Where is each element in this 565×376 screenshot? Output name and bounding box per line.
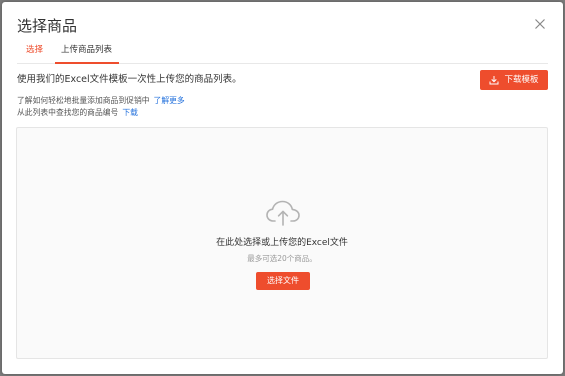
- download-icon: [489, 75, 499, 85]
- file-dropzone[interactable]: 在此处选择或上传您的Excel文件 最多可选20个商品。 选择文件: [16, 127, 548, 359]
- upload-intro-text: 使用我们的Excel文件模板一次性上传您的商品列表。: [17, 74, 242, 85]
- cloud-upload-icon: [265, 199, 301, 227]
- find-product-id-text: 从此列表中查找您的商品编号: [17, 108, 119, 117]
- bulk-add-help-text: 了解如何轻松地批量添加商品到促销中: [17, 96, 150, 105]
- download-template-button[interactable]: 下载模板: [480, 70, 548, 90]
- select-file-button[interactable]: 选择文件: [256, 272, 310, 290]
- download-template-label: 下载模板: [504, 75, 539, 85]
- bulk-add-help: 了解如何轻松地批量添加商品到促销中 了解更多: [17, 95, 185, 106]
- download-list-link[interactable]: 下载: [122, 108, 138, 117]
- close-icon[interactable]: [532, 16, 548, 32]
- dialog-tabs: 选择 上传商品列表: [17, 41, 548, 64]
- dropzone-instruction: 在此处选择或上传您的Excel文件: [216, 238, 348, 248]
- find-product-id-help: 从此列表中查找您的商品编号 下载: [17, 107, 138, 118]
- tab-select[interactable]: 选择: [26, 43, 43, 62]
- dialog-title: 选择商品: [17, 17, 78, 35]
- dropzone-limit-text: 最多可选20个商品。: [247, 254, 317, 263]
- learn-more-link[interactable]: 了解更多: [154, 96, 185, 105]
- select-products-dialog: 选择商品 选择 上传商品列表 使用我们的Excel文件模板一次性上传您的商品列表…: [2, 2, 563, 374]
- tab-upload-product-list[interactable]: 上传商品列表: [54, 43, 120, 64]
